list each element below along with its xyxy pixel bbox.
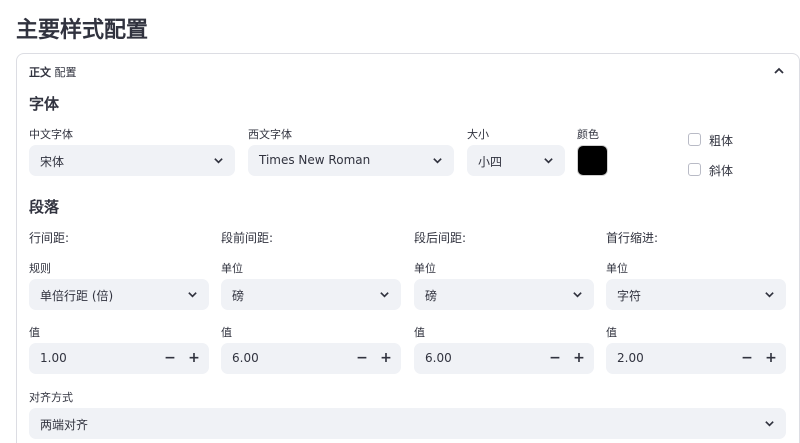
- space-before-value[interactable]: 6.00: [232, 351, 259, 365]
- expander-title-bold: 正文: [29, 66, 51, 79]
- chevron-down-icon: [544, 158, 553, 164]
- font-size-select[interactable]: 小四: [467, 145, 565, 176]
- chevron-down-icon: [188, 292, 197, 298]
- alignment-value: 两端对齐: [40, 418, 89, 432]
- space-before-unit-value: 磅: [232, 289, 245, 303]
- space-before-value-label: 值: [221, 326, 232, 339]
- space-after-value-label: 值: [414, 326, 425, 339]
- bold-checkbox-box[interactable]: [688, 133, 701, 146]
- line-spacing-value[interactable]: 1.00: [40, 351, 67, 365]
- first-line-indent-number-input[interactable]: 2.00 − +: [606, 343, 786, 374]
- increment-button[interactable]: +: [570, 347, 588, 369]
- space-before-title: 段前间距:: [221, 231, 274, 245]
- first-line-indent-value[interactable]: 2.00: [617, 351, 644, 365]
- italic-checkbox-label: 斜体: [709, 164, 734, 178]
- increment-button[interactable]: +: [377, 347, 395, 369]
- chinese-font-select[interactable]: 宋体: [29, 145, 235, 176]
- space-before-unit-label: 单位: [221, 262, 243, 275]
- first-line-indent-unit-select[interactable]: 字符: [606, 279, 786, 310]
- chinese-font-value: 宋体: [40, 155, 65, 169]
- line-spacing-title: 行间距:: [29, 231, 70, 245]
- line-spacing-rule-value: 单倍行距 (倍): [40, 289, 114, 303]
- line-spacing-number-input[interactable]: 1.00 − +: [29, 343, 209, 374]
- chevron-down-icon: [433, 158, 442, 164]
- chevron-down-icon: [214, 158, 223, 164]
- font-size-label: 大小: [467, 128, 489, 141]
- chevron-down-icon: [380, 292, 389, 298]
- expander-title-rest: 配置: [54, 66, 77, 79]
- font-color-swatch[interactable]: [577, 145, 608, 176]
- chevron-down-icon: [573, 292, 582, 298]
- first-line-indent-unit-value: 字符: [617, 289, 642, 303]
- decrement-button[interactable]: −: [738, 347, 756, 369]
- increment-button[interactable]: +: [185, 347, 203, 369]
- font-section-heading: 字体: [29, 95, 60, 113]
- line-spacing-value-label: 值: [29, 326, 40, 339]
- space-before-number-input[interactable]: 6.00 − +: [221, 343, 401, 374]
- space-after-unit-value: 磅: [425, 289, 438, 303]
- bold-checkbox-label: 粗体: [709, 134, 734, 148]
- western-font-select[interactable]: Times New Roman: [248, 145, 454, 176]
- space-after-title: 段后间距:: [414, 231, 467, 245]
- decrement-button[interactable]: −: [546, 347, 564, 369]
- page-title: 主要样式配置: [16, 18, 149, 43]
- space-after-number-input[interactable]: 6.00 − +: [414, 343, 594, 374]
- space-after-unit-select[interactable]: 磅: [414, 279, 594, 310]
- chevron-down-icon: [765, 292, 774, 298]
- decrement-button[interactable]: −: [353, 347, 371, 369]
- line-spacing-rule-select[interactable]: 单倍行距 (倍): [29, 279, 209, 310]
- font-size-value: 小四: [478, 155, 503, 169]
- alignment-label: 对齐方式: [29, 391, 73, 404]
- space-after-unit-label: 单位: [414, 262, 436, 275]
- first-line-indent-value-label: 值: [606, 326, 617, 339]
- paragraph-section-heading: 段落: [29, 198, 60, 216]
- chevron-up-icon[interactable]: [773, 65, 785, 77]
- western-font-value: Times New Roman: [259, 153, 371, 167]
- chevron-down-icon: [765, 421, 774, 427]
- first-line-indent-unit-label: 单位: [606, 262, 628, 275]
- first-line-indent-title: 首行缩进:: [606, 231, 659, 245]
- space-before-unit-select[interactable]: 磅: [221, 279, 401, 310]
- font-color-label: 颜色: [577, 128, 599, 141]
- space-after-value[interactable]: 6.00: [425, 351, 452, 365]
- body-config-expander: 正文 配置: [16, 53, 800, 443]
- expander-header[interactable]: 正文 配置: [29, 64, 77, 80]
- increment-button[interactable]: +: [762, 347, 780, 369]
- line-spacing-rule-label: 规则: [29, 262, 51, 275]
- western-font-label: 西文字体: [248, 128, 292, 141]
- italic-checkbox-box[interactable]: [688, 163, 701, 176]
- decrement-button[interactable]: −: [161, 347, 179, 369]
- alignment-select[interactable]: 两端对齐: [29, 408, 786, 439]
- chinese-font-label: 中文字体: [29, 128, 73, 141]
